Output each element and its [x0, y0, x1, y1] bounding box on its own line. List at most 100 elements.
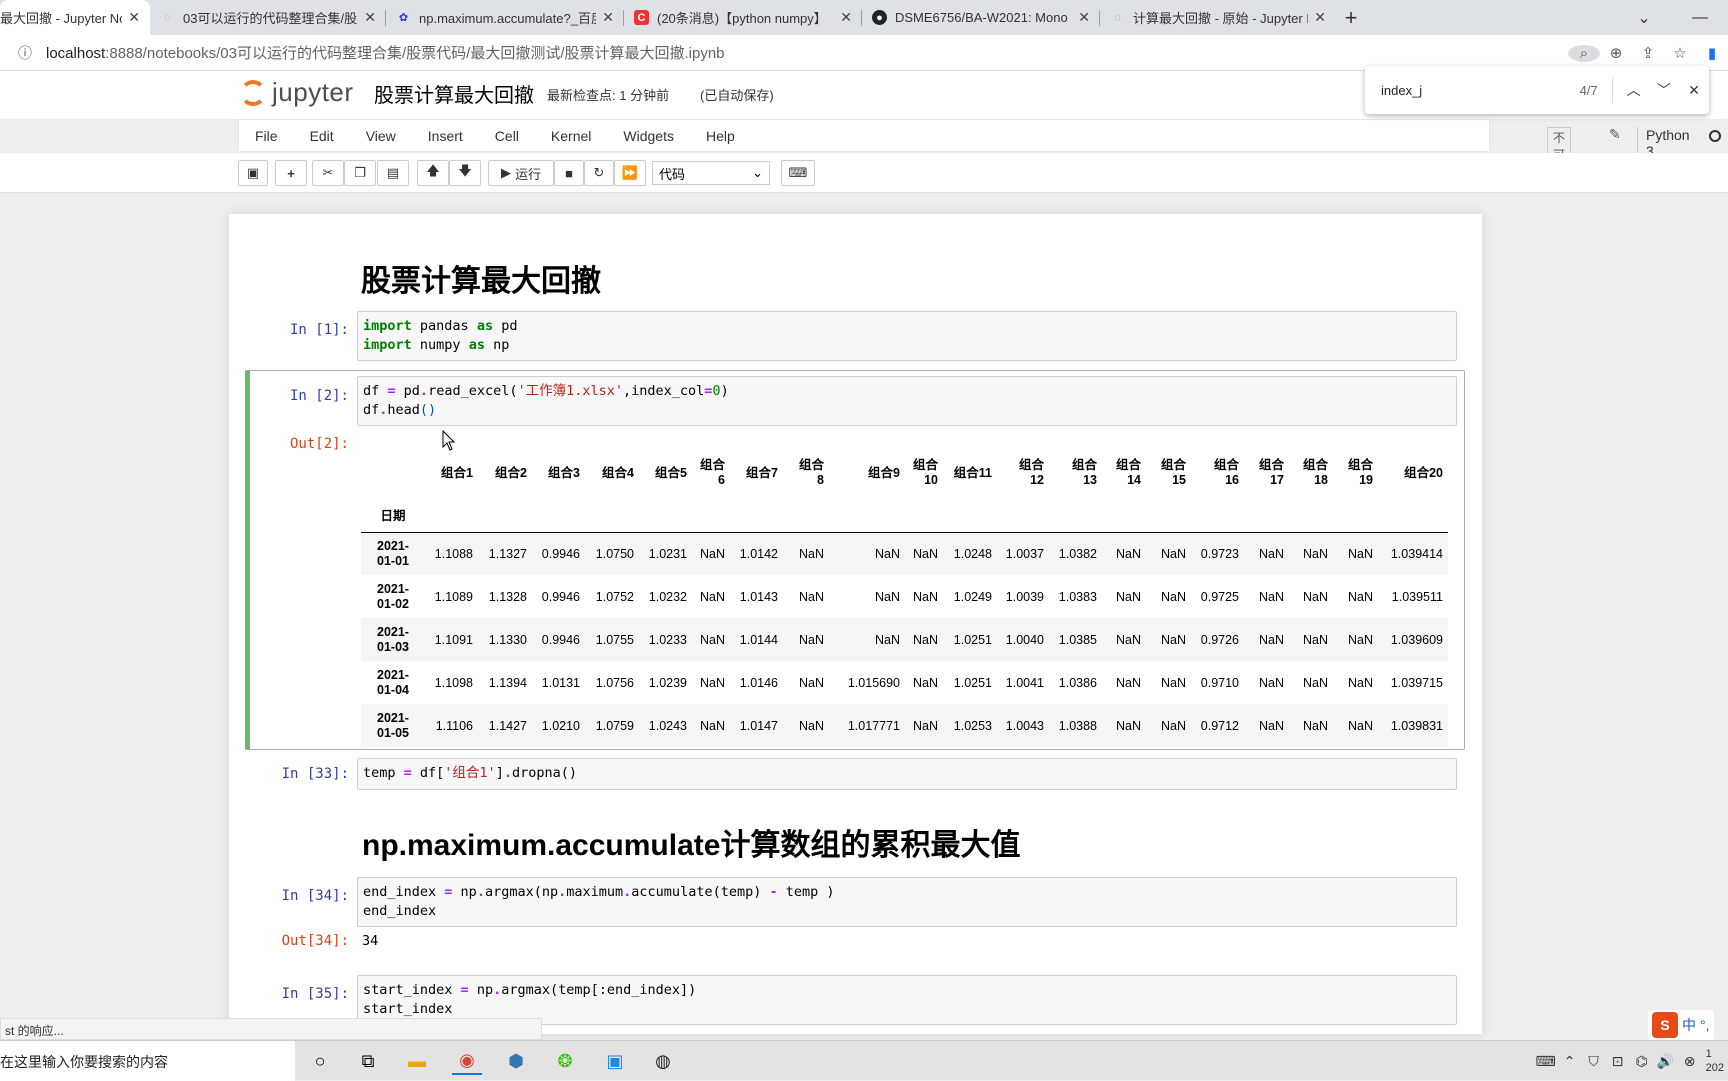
interrupt-button[interactable]: ■ [554, 160, 584, 186]
table-cell: NaN [912, 718, 938, 733]
table-cell: NaN [798, 675, 824, 690]
restart-run-all-button[interactable]: ⏩ [614, 160, 646, 186]
tab-github[interactable]: ● DSME6756/BA-W2021: Mono ✕ [862, 0, 1100, 35]
notebook-title[interactable]: 股票计算最大回撤 [374, 79, 534, 108]
jupyter-logo[interactable]: jupyter [240, 77, 354, 108]
table-cell: 1.0248 [953, 546, 992, 561]
code-cell-2[interactable]: In [2]: df = pd.read_excel('工作簿1.xlsx',i… [245, 376, 1467, 452]
insert-cell-button[interactable]: + [275, 160, 307, 186]
index-name: 日期 [361, 498, 425, 533]
dataframe-body: 2021- 01-01 1.1088 1.1327 0.9946 1.0750 1.023… [361, 532, 1448, 747]
tab-code-collection[interactable]: ◌ 03可以运行的代码整理合集/股票代码 ✕ [150, 0, 386, 35]
app-icon[interactable]: ▣ [600, 1047, 630, 1075]
wechat-icon[interactable]: ❂ [550, 1047, 580, 1075]
tab-notebook-active[interactable]: 最大回撤 - Jupyter Notebook ✕ [0, 0, 150, 35]
keyboard-layout-icon[interactable]: ⌨ [1534, 1053, 1558, 1070]
cell-type-select[interactable]: 代码 ⌄ [652, 161, 770, 185]
minimize-icon[interactable]: — [1672, 0, 1728, 35]
cortana-icon[interactable]: ○ [305, 1047, 335, 1075]
pencil-icon[interactable]: ✎ [1609, 126, 1621, 143]
url-field[interactable]: localhost:8888/notebooks/03可以运行的代码整理合集/股… [46, 42, 725, 63]
chrome-icon[interactable]: ◉ [452, 1047, 482, 1075]
file-explorer-icon[interactable]: ▬ [402, 1047, 432, 1075]
vpn-icon[interactable]: ⌬ [1630, 1053, 1654, 1070]
table-cell: 1.1427 [488, 718, 527, 733]
table-cell: 1.1089 [434, 589, 473, 604]
paste-button[interactable]: ▤ [377, 160, 409, 186]
find-icon[interactable]: ⌕ [1568, 44, 1600, 62]
save-button[interactable]: ▣ [238, 160, 268, 186]
zoom-icon[interactable]: ⊕ [1600, 44, 1632, 62]
column-header: 组合 8 [798, 458, 824, 487]
bookmark-star-icon[interactable]: ☆ [1664, 44, 1696, 62]
tab-baidu-search[interactable]: ✿ np.maximum.accumulate?_百度 ✕ [386, 0, 624, 35]
move-up-button[interactable]: 🡅 [417, 160, 449, 186]
code-input[interactable]: temp = df['组合1'].dropna() [357, 758, 1457, 790]
code-input[interactable]: import pandas as pd import numpy as np [357, 311, 1457, 361]
menu-file[interactable]: File [239, 128, 294, 144]
new-tab-button[interactable]: + [1336, 0, 1366, 35]
markdown-heading-1[interactable]: 股票计算最大回撤 [361, 256, 601, 300]
close-icon[interactable]: ✕ [840, 9, 852, 26]
jupyter-icon: ◌ [1114, 11, 1121, 24]
column-header: 组合 6 [699, 458, 725, 487]
table-cell: 1.1106 [435, 718, 473, 733]
close-icon[interactable]: ✕ [128, 9, 140, 26]
find-next-icon[interactable]: ﹀ [1649, 80, 1679, 100]
network-icon[interactable]: ⊡ [1606, 1053, 1630, 1070]
restart-button[interactable]: ↻ [584, 160, 614, 186]
tab-search-icon[interactable]: ⌄ [1616, 0, 1672, 35]
close-icon[interactable]: ✕ [1314, 9, 1326, 26]
table-cell: NaN [1258, 546, 1284, 561]
markdown-heading-2[interactable]: np.maximum.accumulate计算数组的累积最大值 [362, 820, 1020, 864]
menu-widgets[interactable]: Widgets [607, 128, 690, 144]
output-prompt: Out[2]: [289, 436, 349, 452]
table-cell: NaN [1258, 589, 1284, 604]
cell-type-value: 代码 [659, 166, 686, 182]
tab-original-notebook[interactable]: ◌ 计算最大回撤 - 原始 - Jupyter N ✕ [1100, 0, 1336, 35]
github-icon: ● [872, 10, 887, 25]
menu-help[interactable]: Help [690, 128, 751, 144]
copy-button[interactable]: ❐ [344, 160, 376, 186]
notification-icon[interactable]: ⊗ [1678, 1053, 1702, 1070]
table-cell: 1.0755 [595, 632, 634, 647]
info-icon[interactable]: ⓘ [18, 43, 40, 63]
row-index-date: 2021- 01-05 [377, 710, 409, 740]
python-icon[interactable]: ⬢ [501, 1047, 531, 1075]
code-input[interactable]: end_index = np.argmax(np.maximum.accumul… [357, 877, 1457, 927]
volume-icon[interactable]: 🔊 [1654, 1053, 1678, 1070]
tab-csdn[interactable]: C (20条消息)【python numpy】 ✕ [624, 0, 862, 35]
share-icon[interactable]: ⇪ [1632, 44, 1664, 62]
ime-indicator[interactable]: S 中 °, [1648, 1010, 1714, 1040]
find-close-icon[interactable]: ✕ [1679, 82, 1709, 99]
cut-button[interactable]: ✂ [312, 160, 344, 186]
close-icon[interactable]: ✕ [602, 9, 614, 26]
checkpoint-status: 最新检查点: 1 分钟前 [547, 88, 670, 103]
menu-insert[interactable]: Insert [412, 128, 479, 144]
taskbar-clock[interactable]: 1 202 [1702, 1047, 1728, 1075]
menu-view[interactable]: View [350, 128, 412, 144]
code-input[interactable]: df = pd.read_excel('工作簿1.xlsx',index_col… [357, 376, 1457, 426]
menu-cell[interactable]: Cell [479, 128, 535, 144]
obs-icon[interactable]: ◍ [648, 1047, 678, 1075]
close-icon[interactable]: ✕ [364, 9, 376, 26]
find-previous-icon[interactable]: ︿ [1619, 80, 1649, 100]
move-down-button[interactable]: 🡇 [449, 160, 481, 186]
jupyter-logo-text: jupyter [272, 77, 354, 107]
code-cell-4[interactable]: In [34]: end_index = np.argmax(np.maximu… [245, 877, 1467, 949]
shield-icon[interactable]: ⛉ [1582, 1053, 1606, 1070]
menu-edit[interactable]: Edit [294, 128, 350, 144]
find-input[interactable]: index_j [1381, 83, 1541, 98]
run-button[interactable]: ▶ 运行 [488, 160, 554, 186]
close-icon[interactable]: ✕ [1078, 9, 1090, 26]
taskbar-search-box[interactable]: 在这里输入你要搜索的内容 [0, 1041, 295, 1081]
code-cell-1[interactable]: In [1]: import pandas as pd import numpy… [245, 311, 1467, 363]
menu-kernel[interactable]: Kernel [535, 128, 607, 144]
profile-icon[interactable]: ▮ [1696, 44, 1728, 62]
column-header: 组合1 [441, 465, 473, 480]
command-palette-button[interactable]: ⌨ [781, 160, 815, 186]
chevron-up-icon[interactable]: ⌃ [1558, 1053, 1582, 1070]
code-cell-3[interactable]: In [33]: temp = df['组合1'].dropna() [245, 758, 1467, 792]
table-cell: NaN [798, 589, 824, 604]
task-view-icon[interactable]: ⧉ [353, 1047, 383, 1075]
